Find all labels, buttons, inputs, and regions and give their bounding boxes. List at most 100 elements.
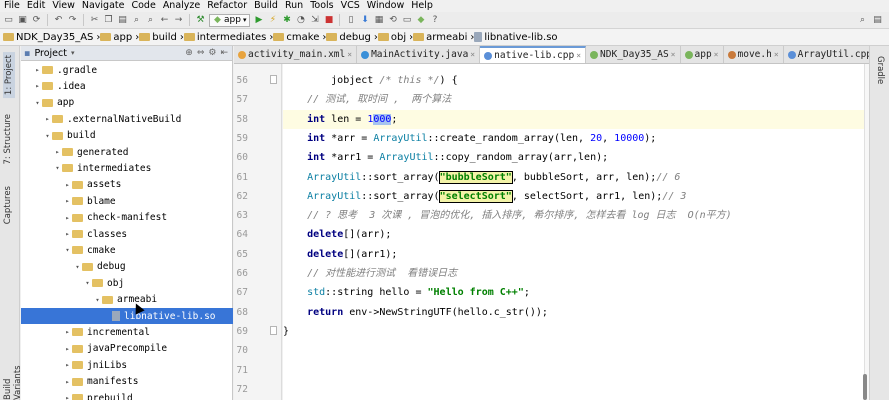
collapse-icon[interactable]: ⇔ (197, 48, 205, 58)
tree-item[interactable]: libnative-lib.so (21, 308, 233, 324)
collapse-arrow-icon[interactable]: ▸ (63, 378, 72, 386)
menu-edit[interactable]: Edit (27, 0, 45, 12)
collapse-arrow-icon[interactable]: ▸ (53, 148, 62, 156)
run-config-select[interactable]: ◆ app ▾ (209, 13, 251, 27)
close-tab-icon[interactable]: × (671, 50, 676, 59)
breadcrumb-item[interactable]: intermediates (183, 32, 270, 43)
editor-tab[interactable]: activity_main.xml × (234, 46, 358, 63)
code-line[interactable]: ArrayUtil::sort_array("selectSort", sele… (283, 187, 864, 206)
tree-item[interactable]: ▾ build (21, 128, 233, 144)
tree-item[interactable]: ▸ generated (21, 144, 233, 160)
code-line[interactable] (283, 341, 864, 360)
tree-item[interactable]: ▸ .idea (21, 78, 233, 94)
forward-icon[interactable]: → (173, 15, 184, 26)
close-tab-icon[interactable]: × (470, 50, 475, 59)
code-line[interactable]: int *arr1 = ArrayUtil::copy_random_array… (283, 148, 864, 167)
tree-item[interactable]: ▾ obj (21, 275, 233, 291)
expand-arrow-icon[interactable]: ▾ (83, 279, 92, 287)
menu-build[interactable]: Build (254, 0, 278, 12)
breadcrumb-item[interactable]: NDK_Day35_AS (3, 32, 96, 43)
tool-tab-structure[interactable]: 7: Structure (3, 114, 13, 165)
menu-refactor[interactable]: Refactor (207, 0, 247, 12)
tree-item[interactable]: ▸ classes (21, 226, 233, 242)
run-icon[interactable]: ▶ (253, 15, 264, 26)
editor-tab[interactable]: NDK_Day35_AS × (586, 46, 681, 63)
code-line[interactable]: return env->NewStringUTF(hello.c_str()); (283, 303, 864, 322)
search-everywhere-icon[interactable]: ⌕ (857, 15, 868, 26)
collapse-arrow-icon[interactable]: ▸ (63, 214, 72, 222)
breadcrumb-item[interactable]: armeabi (413, 32, 470, 43)
event-log-icon[interactable]: ▤ (872, 15, 883, 26)
collapse-arrow-icon[interactable]: ▸ (63, 197, 72, 205)
code-line[interactable]: delete[](arr); (283, 225, 864, 244)
tool-tab-gradle[interactable]: Gradle (875, 56, 885, 84)
editor-tab[interactable]: native-lib.cpp × (480, 46, 587, 63)
code-line[interactable] (283, 361, 864, 380)
code-line[interactable]: int *arr = ArrayUtil::create_random_arra… (283, 129, 864, 148)
code-line[interactable]: jobject /* this */) { (283, 71, 864, 90)
close-tab-icon[interactable]: × (576, 51, 581, 60)
replace-icon[interactable]: ⌕ (145, 15, 156, 26)
breadcrumb-item[interactable]: libnative-lib.so (474, 32, 560, 43)
breadcrumb-item[interactable]: cmake (273, 32, 322, 43)
editor-tab[interactable]: ArrayUtil.cpp× (784, 46, 869, 63)
menu-run[interactable]: Run (285, 0, 303, 12)
fold-marker-icon[interactable] (270, 75, 277, 84)
editor-tab[interactable]: MainActivity.java × (357, 46, 481, 63)
expand-arrow-icon[interactable]: ▾ (43, 132, 52, 140)
editor-tab[interactable]: app × (681, 46, 724, 63)
tree-item[interactable]: ▾ intermediates (21, 160, 233, 176)
collapse-arrow-icon[interactable]: ▸ (63, 181, 72, 189)
tree-item[interactable]: ▸ javaPrecompile (21, 341, 233, 357)
collapse-arrow-icon[interactable]: ▸ (63, 230, 72, 238)
code-line[interactable]: // 对性能进行测试 看错误日志 (283, 264, 864, 283)
copy-icon[interactable]: ❐ (103, 15, 114, 26)
breadcrumb-item[interactable]: debug (326, 32, 374, 43)
tool-tab-build-variants[interactable]: Build Variants (3, 342, 23, 400)
gradle-sync-icon[interactable]: ⟲ (387, 15, 398, 26)
menu-code[interactable]: Code (131, 0, 155, 12)
tree-item[interactable]: ▾ app (21, 95, 233, 111)
sdk-manager-icon[interactable]: ⬇ (359, 15, 370, 26)
tree-item[interactable]: ▾ debug (21, 259, 233, 275)
debug-icon[interactable]: ✱ (281, 15, 292, 26)
breadcrumb-item[interactable]: app (100, 32, 135, 43)
collapse-arrow-icon[interactable]: ▸ (63, 394, 72, 400)
code-line[interactable]: // 测试, 取时间 , 两个算法 (283, 90, 864, 109)
scrollbar-thumb[interactable] (863, 374, 867, 400)
code-editor[interactable]: jobject /* this */) { // 测试, 取时间 , 两个算法 … (283, 64, 864, 400)
expand-arrow-icon[interactable]: ▾ (73, 263, 82, 271)
save-icon[interactable]: ▣ (17, 15, 28, 26)
undo-icon[interactable]: ↶ (53, 15, 64, 26)
expand-arrow-icon[interactable]: ▾ (93, 296, 102, 304)
chevron-down-icon[interactable]: ▾ (71, 49, 75, 57)
menu-window[interactable]: Window (367, 0, 404, 12)
collapse-arrow-icon[interactable]: ▸ (63, 345, 72, 353)
settings-gear-icon[interactable]: ⚙ (208, 48, 216, 58)
menu-file[interactable]: File (4, 0, 20, 12)
menu-analyze[interactable]: Analyze (163, 0, 200, 12)
paste-icon[interactable]: ▤ (117, 15, 128, 26)
project-structure-icon[interactable]: ▦ (373, 15, 384, 26)
tree-item[interactable]: ▸ assets (21, 177, 233, 193)
find-icon[interactable]: ⌕ (131, 15, 142, 26)
collapse-arrow-icon[interactable]: ▸ (33, 82, 42, 90)
back-icon[interactable]: ← (159, 15, 170, 26)
code-line[interactable]: delete[](arr1); (283, 245, 864, 264)
hide-panel-icon[interactable]: ⇤ (220, 48, 228, 58)
apply-changes-icon[interactable]: ⚡ (267, 15, 278, 26)
menu-vcs[interactable]: VCS (341, 0, 360, 12)
tool-tab-captures[interactable]: Captures (3, 186, 13, 224)
avd-manager-icon[interactable]: ▯ (345, 15, 356, 26)
tree-item[interactable]: ▸ blame (21, 193, 233, 209)
sync-target-icon[interactable]: ⊕ (185, 48, 193, 58)
sync-icon[interactable]: ⟳ (31, 15, 42, 26)
collapse-arrow-icon[interactable]: ▸ (63, 361, 72, 369)
code-line[interactable]: ArrayUtil::sort_array("bubbleSort", bubb… (283, 168, 864, 187)
android-profiler-icon[interactable]: ◆ (415, 15, 426, 26)
tool-tab-project[interactable]: 1: Project (3, 52, 15, 99)
expand-arrow-icon[interactable]: ▾ (33, 99, 42, 107)
tree-item[interactable]: ▸ check-manifest (21, 210, 233, 226)
menu-tools[interactable]: Tools (310, 0, 333, 12)
help-icon[interactable]: ? (429, 15, 440, 26)
